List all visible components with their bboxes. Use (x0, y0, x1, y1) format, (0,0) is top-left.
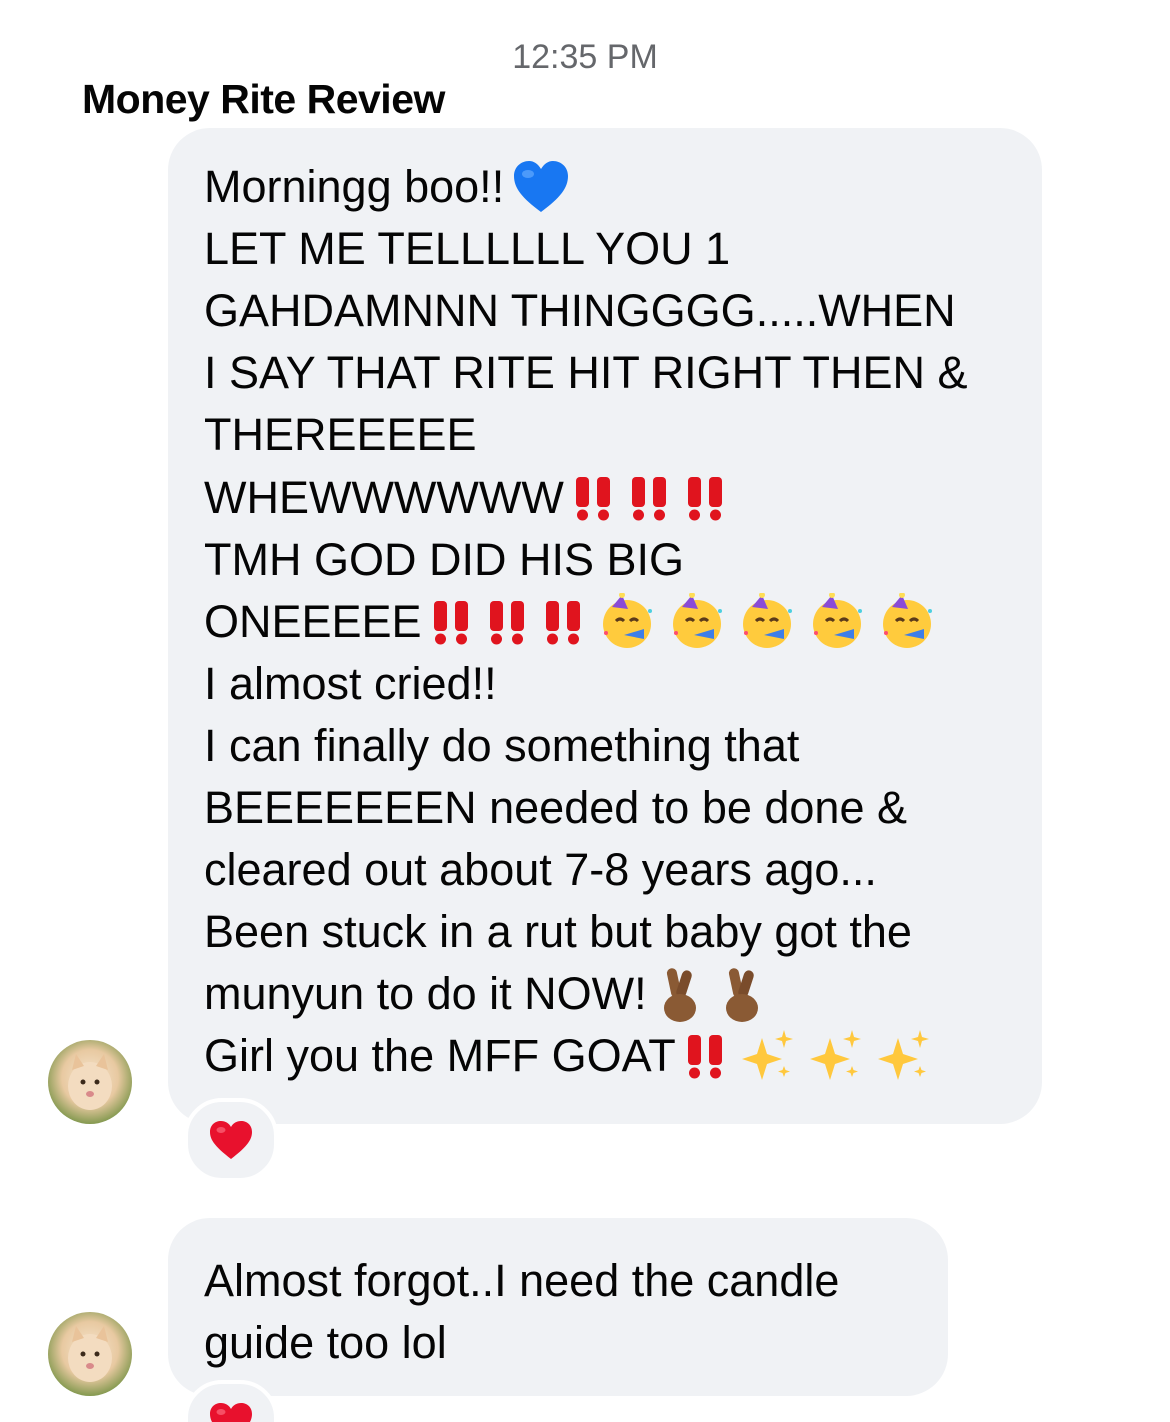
sparkles-icon (809, 1030, 861, 1081)
red-heart-icon (210, 1121, 252, 1159)
cat-avatar-image (68, 1054, 112, 1110)
sender-name[interactable]: Money Rite Review (82, 76, 445, 123)
crossed-fingers-icon (663, 968, 696, 1023)
message-line: I can finally do something that (204, 719, 800, 771)
sparkles-icon (877, 1030, 929, 1081)
partying-face-icon (882, 592, 932, 648)
message-line: munyun to do it NOW! (204, 963, 1006, 1025)
message-line: TMH GOD DID HIS BIG (204, 533, 685, 585)
double-exclamation-icon (433, 600, 468, 645)
message-timestamp: 12:35 PM (512, 38, 658, 76)
red-heart-icon (210, 1403, 252, 1422)
message-line: I almost cried!! (204, 657, 497, 709)
emoji-group (430, 592, 948, 651)
emoji-group (684, 1028, 944, 1084)
message-line: I SAY THAT RITE HIT RIGHT THEN & (204, 347, 968, 399)
double-exclamation-emoji-group (572, 475, 740, 521)
reaction-badge[interactable] (184, 1098, 278, 1182)
crossed-fingers-icon (725, 968, 758, 1023)
message-line: GAHDAMNNN THINGGGG.....WHEN (204, 285, 956, 337)
message-line: LET ME TELLLLLL YOU 1 (204, 223, 731, 275)
double-exclamation-icon (687, 1035, 722, 1079)
double-exclamation-icon (687, 476, 722, 521)
message-line: cleared out about 7-8 years ago... (204, 844, 877, 896)
blue-heart-emoji (512, 160, 582, 214)
partying-face-icon (602, 592, 652, 648)
double-exclamation-icon (489, 600, 524, 645)
message-bubble[interactable]: Morningg boo!! LET ME TELLLLLL YOU 1 GAH… (168, 128, 1042, 1124)
message-line: Girl you the MFF GOAT (204, 1025, 1006, 1087)
sender-avatar[interactable] (48, 1312, 132, 1396)
crossed-fingers-emoji-group (655, 964, 779, 1024)
message-line: Been stuck in a rut but baby got the (204, 906, 912, 958)
sparkles-icon (741, 1030, 793, 1081)
partying-face-icon (742, 592, 792, 648)
double-exclamation-icon (631, 476, 666, 521)
cat-avatar-image (68, 1326, 112, 1382)
message-line: WHEWWWWWW (204, 466, 1006, 528)
partying-face-icon (672, 592, 722, 648)
message-line: guide too lol (204, 1317, 447, 1368)
message-line: ONEEEEE (204, 591, 1006, 653)
double-exclamation-icon (575, 476, 610, 521)
partying-face-icon (812, 592, 862, 648)
message-line: Morningg boo!! (204, 156, 1006, 218)
message-line: THEREEEEE (204, 409, 477, 461)
message-line: Almost forgot..I need the candle (204, 1255, 840, 1306)
chat-screen: 12:35 PM Money Rite Review Morningg boo!… (0, 0, 1170, 1422)
message-bubble[interactable]: Almost forgot..I need the candle guide t… (168, 1218, 948, 1396)
sender-avatar[interactable] (48, 1040, 132, 1124)
message-line: BEEEEEEEN needed to be done & (204, 781, 907, 833)
double-exclamation-icon (545, 600, 580, 645)
